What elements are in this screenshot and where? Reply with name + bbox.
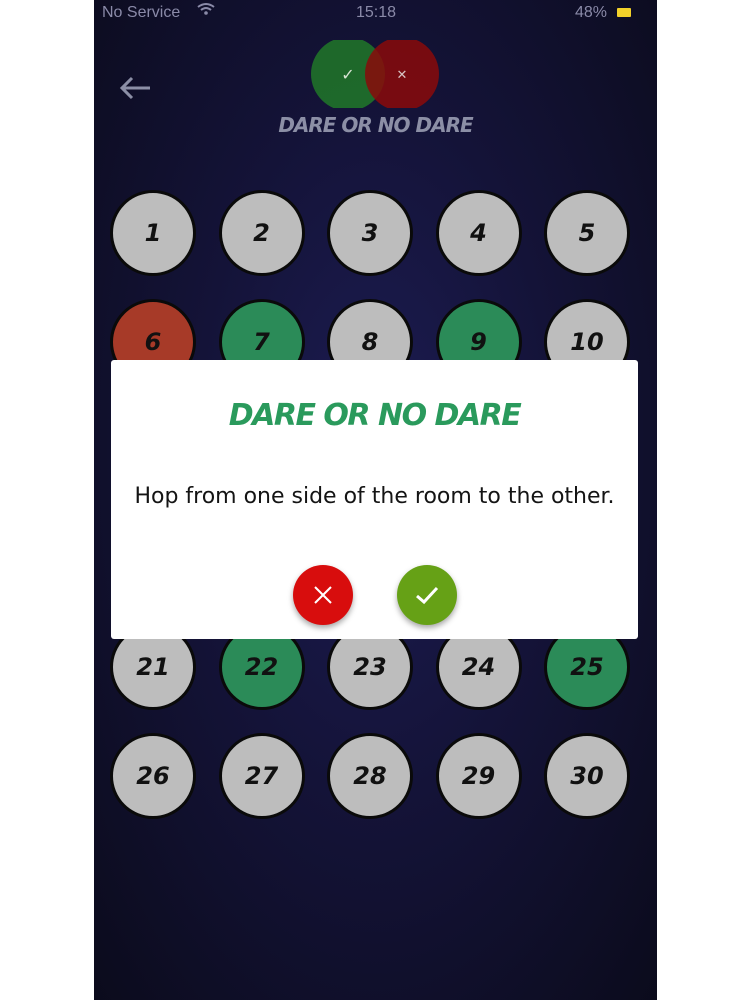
dare-cell-2[interactable]: 2 (218, 190, 305, 276)
decline-button[interactable] (293, 565, 353, 625)
close-icon (314, 586, 332, 604)
logo-check-icon: ✓ (341, 65, 354, 84)
accept-button[interactable] (397, 565, 457, 625)
dare-text: Hop from one side of the room to the oth… (134, 484, 615, 509)
status-bar: No Service 15:18 48% (94, 0, 657, 28)
dialog-title: DARE OR NO DARE (228, 398, 522, 433)
check-icon (416, 586, 439, 605)
dare-dialog: DARE OR NO DARE Hop from one side of the… (111, 360, 638, 639)
back-arrow-icon[interactable] (116, 70, 156, 106)
dare-cell-1[interactable]: 1 (110, 190, 196, 276)
app-logo: ✓ ✕ (310, 37, 440, 111)
logo-cross-icon: ✕ (397, 68, 408, 83)
dare-cell-5[interactable]: 5 (544, 190, 630, 276)
battery-label: 48% (574, 4, 607, 21)
dare-cell-26[interactable]: 26 (110, 732, 196, 819)
wifi-icon (197, 2, 215, 20)
carrier-label: No Service (102, 4, 181, 21)
battery-icon (617, 8, 631, 17)
dare-cell-29[interactable]: 29 (435, 732, 522, 819)
app-title: DARE OR NO DARE (278, 113, 473, 137)
dare-cell-4[interactable]: 4 (435, 190, 522, 276)
clock-label: 15:18 (356, 4, 397, 21)
dare-cell-30[interactable]: 30 (544, 732, 630, 819)
dare-cell-27[interactable]: 27 (218, 732, 305, 819)
dare-cell-3[interactable]: 3 (327, 190, 413, 276)
dare-cell-28[interactable]: 28 (327, 732, 413, 819)
